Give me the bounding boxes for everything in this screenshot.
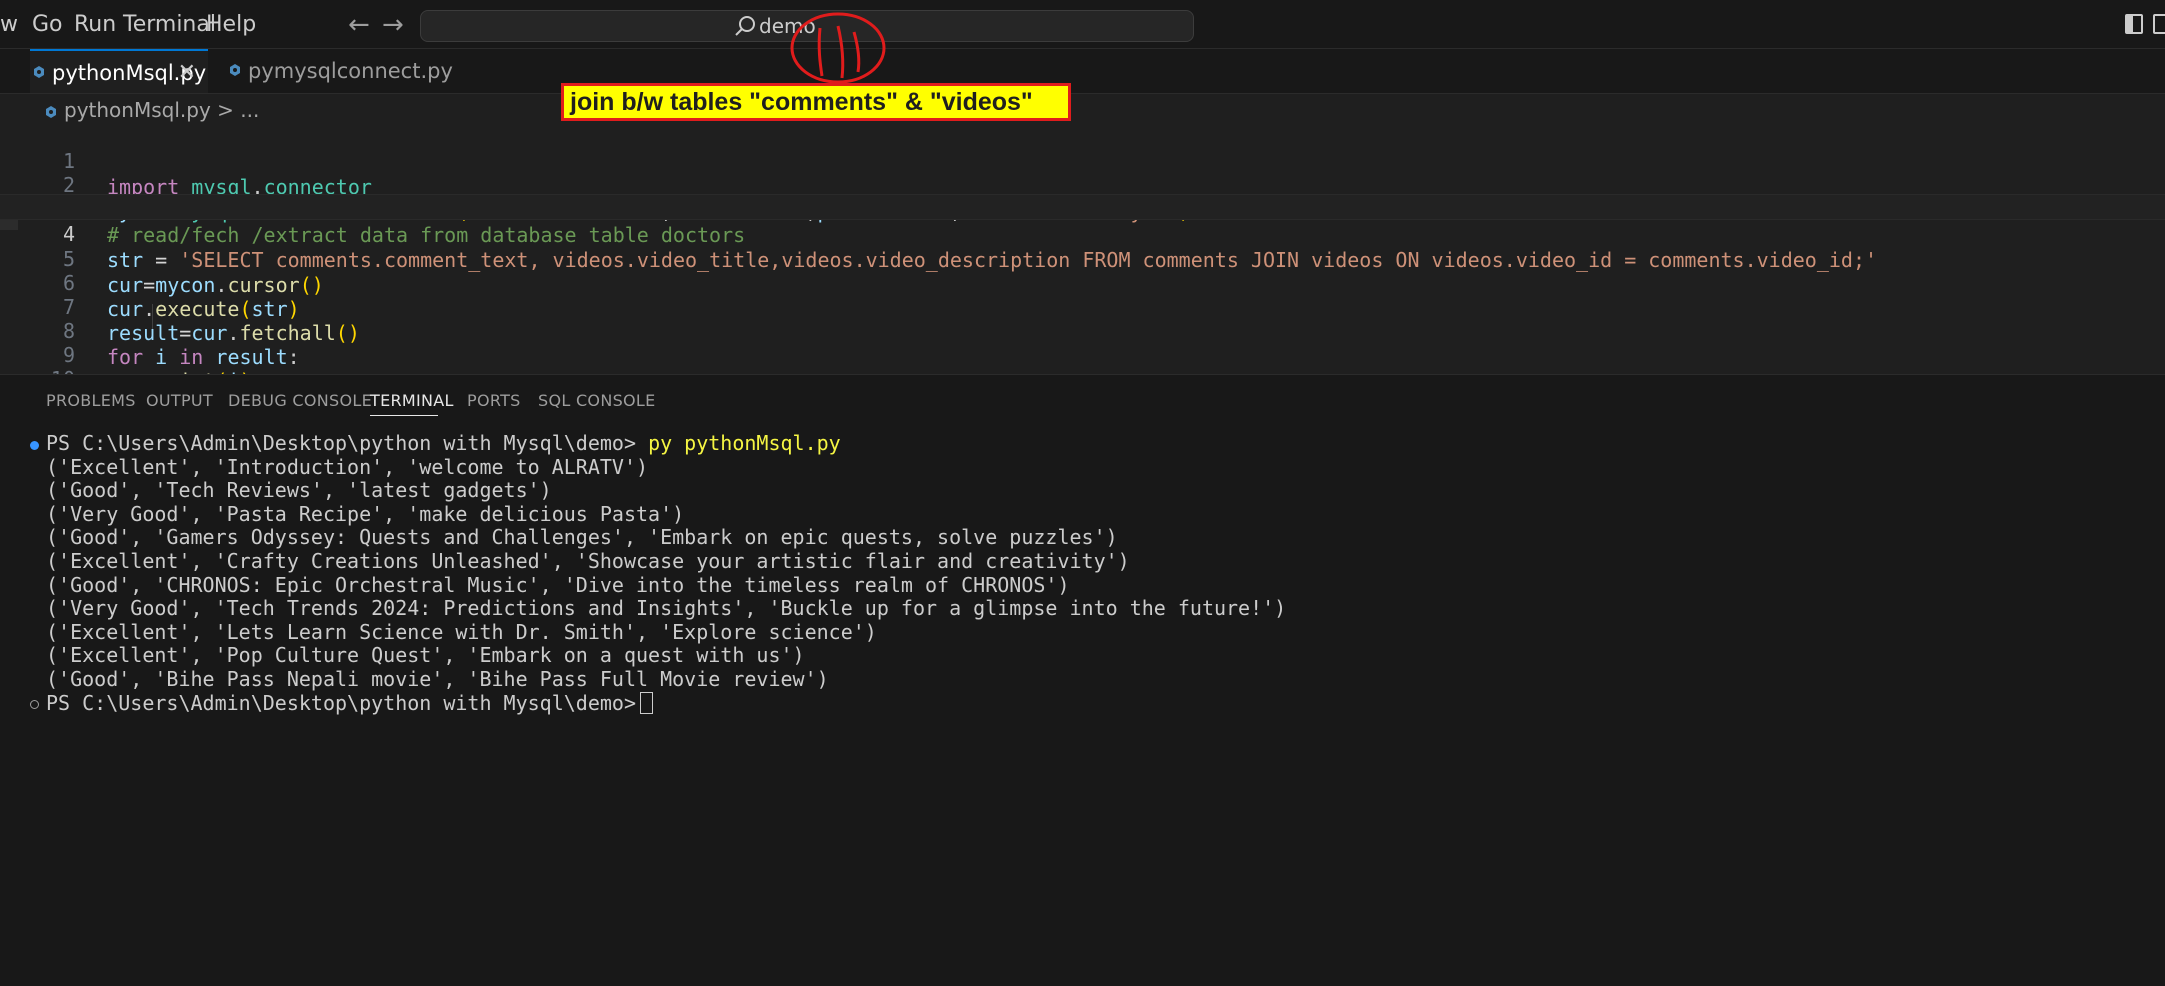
code-line[interactable]: 7 result=cur.fetchall() bbox=[0, 268, 2165, 345]
terminal-prompt: PS C:\Users\Admin\Desktop\python with My… bbox=[46, 431, 649, 455]
tab-pymysqlconnect[interactable]: pymysqlconnect.py bbox=[226, 49, 453, 93]
back-arrow-icon[interactable]: ← bbox=[348, 10, 370, 40]
terminal-output-line: ('Good', 'Tech Reviews', 'latest gadgets… bbox=[46, 478, 552, 503]
forward-arrow-icon[interactable]: → bbox=[382, 10, 404, 40]
code-line[interactable]: 5 cur=mycon.cursor() bbox=[0, 220, 2165, 297]
command-success-dot[interactable] bbox=[30, 441, 39, 450]
code-line[interactable]: 9 print(i) bbox=[0, 316, 2165, 393]
python-file-icon bbox=[230, 64, 240, 76]
terminal-output-line: ('Very Good', 'Pasta Recipe', 'make deli… bbox=[46, 501, 685, 526]
tab-output[interactable]: OUTPUT bbox=[146, 391, 213, 410]
active-tab-indicator bbox=[370, 415, 438, 416]
terminal-output-line: ('Excellent', 'Crafty Creations Unleashe… bbox=[46, 549, 1130, 573]
terminal-output-line: ('Good', 'CHRONOS: Epic Orchestral Music… bbox=[46, 572, 1070, 597]
breadcrumb-separator: > bbox=[217, 98, 234, 122]
menu-item-run[interactable]: Run bbox=[74, 12, 116, 37]
search-icon bbox=[735, 16, 755, 36]
tab-problems[interactable]: PROBLEMS bbox=[46, 391, 136, 410]
tab-ports[interactable]: PORTS bbox=[467, 391, 521, 410]
close-icon[interactable]: ✕ bbox=[178, 51, 196, 95]
code-line[interactable]: 3 # read/fech /extract data from databas… bbox=[0, 170, 2165, 247]
terminal-final-prompt: PS C:\Users\Admin\Desktop\python with My… bbox=[46, 690, 637, 715]
terminal-output-line: ('Excellent', 'Lets Learn Science with D… bbox=[46, 619, 877, 644]
editor-tab-bar: pythonMsql.py ✕ pymysqlconnect.py bbox=[0, 49, 2165, 94]
title-bar: w Go Run Terminal Help ← → demo bbox=[0, 0, 2165, 49]
code-line[interactable]: 6 cur.execute(str) bbox=[0, 244, 2165, 321]
bottom-panel: PROBLEMS OUTPUT DEBUG CONSOLE TERMINAL P… bbox=[0, 374, 2165, 986]
command-pending-dot[interactable] bbox=[30, 700, 39, 709]
terminal-cursor bbox=[640, 691, 654, 714]
code-line-current[interactable]: 4 str = 'SELECT comments.comment_text, v… bbox=[0, 194, 2165, 272]
terminal-output-line: ('Good', 'Gamers Odyssey: Quests and Cha… bbox=[46, 525, 1118, 550]
code-line[interactable]: 8 for i in result: bbox=[0, 292, 2165, 369]
code-line[interactable]: 2 mycon=mysql.connector.connect(host='lo… bbox=[0, 146, 2165, 223]
annotation-text: join b/w tables "comments" & "videos" bbox=[570, 88, 1033, 116]
tab-label: pymysqlconnect.py bbox=[248, 59, 453, 83]
search-text: demo bbox=[759, 14, 816, 38]
menu-item-go[interactable]: Go bbox=[32, 12, 63, 37]
terminal-output-line: ('Very Good', 'Tech Trends 2024: Predict… bbox=[46, 596, 1287, 621]
terminal-output-line: ('Excellent', 'Pop Culture Quest', 'Emba… bbox=[46, 643, 805, 668]
code-editor[interactable]: 1 import mysql.connector 2 mycon=mysql.c… bbox=[0, 122, 2165, 393]
toggle-sidebar-icon[interactable] bbox=[2125, 14, 2143, 34]
terminal-output-line: ('Excellent', 'Introduction', 'welcome t… bbox=[46, 454, 649, 479]
terminal-prompt-line[interactable]: PS C:\Users\Admin\Desktop\python with My… bbox=[46, 690, 654, 716]
python-file-icon bbox=[34, 66, 44, 78]
tab-pythonmsql[interactable]: pythonMsql.py ✕ bbox=[30, 49, 208, 93]
terminal-command-line: PS C:\Users\Admin\Desktop\python with My… bbox=[46, 431, 841, 456]
menu-item-terminal[interactable]: Terminal bbox=[123, 12, 216, 37]
tab-debug-console[interactable]: DEBUG CONSOLE bbox=[228, 391, 372, 410]
annotation-box: join b/w tables "comments" & "videos" bbox=[561, 83, 1071, 121]
code-line[interactable]: 10 bbox=[0, 340, 2165, 391]
toggle-panel-icon[interactable] bbox=[2153, 14, 2165, 34]
breadcrumb-file[interactable]: pythonMsql.py bbox=[64, 98, 211, 122]
python-file-icon bbox=[46, 106, 56, 118]
tab-terminal[interactable]: TERMINAL bbox=[370, 391, 454, 410]
breadcrumb-more[interactable]: ... bbox=[240, 98, 259, 122]
command-center-search[interactable]: demo bbox=[420, 10, 1194, 42]
menu-item-view-partial[interactable]: w bbox=[0, 12, 18, 37]
code-line[interactable]: 1 import mysql.connector bbox=[0, 122, 2165, 199]
terminal-output-line: ('Good', 'Bihe Pass Nepali movie', 'Bihe… bbox=[46, 667, 829, 691]
tab-sql-console[interactable]: SQL CONSOLE bbox=[538, 391, 656, 410]
terminal-command: py pythonMsql.py bbox=[648, 431, 841, 455]
menu-item-help[interactable]: Help bbox=[206, 12, 256, 37]
